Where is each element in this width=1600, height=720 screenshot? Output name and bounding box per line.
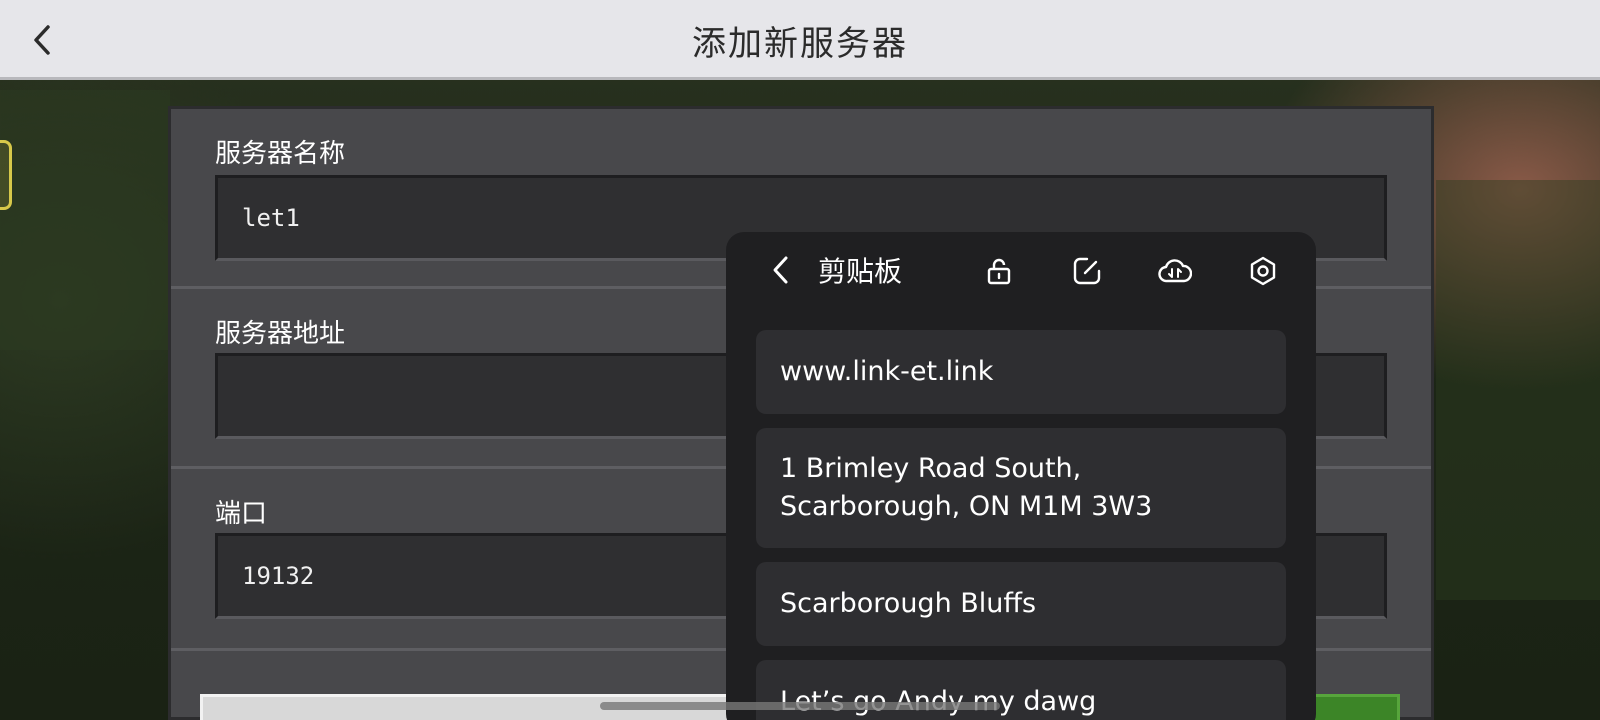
clipboard-item[interactable]: www.link-et.link: [756, 330, 1286, 414]
top-bar: 添加新服务器: [0, 0, 1600, 80]
unlock-button[interactable]: [982, 254, 1016, 288]
scroll-indicator[interactable]: [600, 702, 1000, 710]
hexagon-icon: [0, 140, 12, 210]
clipboard-header: 剪贴板: [726, 232, 1316, 308]
clipboard-back-button[interactable]: [766, 254, 796, 286]
edit-button[interactable]: [1070, 254, 1104, 288]
edit-icon: [1073, 257, 1101, 285]
settings-button[interactable]: [1246, 254, 1280, 288]
unlock-icon: [987, 258, 1011, 285]
clipboard-title: 剪贴板: [818, 255, 903, 288]
add-button[interactable]: [1310, 694, 1400, 720]
port-label: 端口: [215, 499, 268, 529]
clipboard-item[interactable]: 1 Brimley Road South, Scarborough, ON M1…: [756, 428, 1286, 548]
clipboard-item[interactable]: Let’s go Andy my dawg: [756, 660, 1286, 720]
cloud-sync-icon: [1158, 259, 1192, 283]
chevron-left-icon: [773, 256, 788, 284]
settings-icon: [1250, 256, 1276, 286]
clipboard-panel: 剪贴板 www.link-et.link 1 Brimley Road Sout…: [726, 232, 1316, 720]
scenery-foliage-right: [1436, 180, 1600, 600]
server-name-label: 服务器名称: [215, 139, 346, 169]
server-address-label: 服务器地址: [215, 319, 346, 349]
clipboard-item[interactable]: Scarborough Bluffs: [756, 562, 1286, 646]
scenery-foliage-left: [0, 90, 170, 350]
page-title: 添加新服务器: [692, 23, 908, 64]
cloud-sync-button[interactable]: [1158, 254, 1192, 288]
